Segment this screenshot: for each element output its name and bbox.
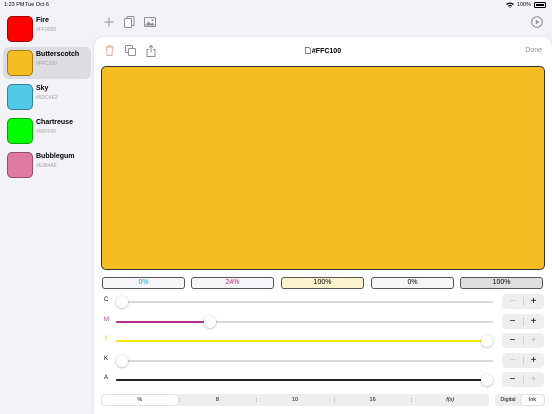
slider-fill [116,379,493,381]
status-right: 100% [505,1,546,8]
mode-segment-digital[interactable]: Digital [495,394,521,406]
slider-track[interactable] [116,301,493,303]
wifi-icon [505,2,514,8]
battery-percent: 100% [516,1,531,8]
value-field-m[interactable]: 24% [191,277,274,289]
slider-track[interactable] [116,359,493,362]
slider-thumb[interactable] [204,315,216,328]
sidebar-item-name: Chartreuse [36,119,73,126]
slider-track[interactable] [116,340,493,342]
done-button[interactable]: Done [525,47,542,54]
status-bar: 1:23 PM Tue Oct 6 100% [0,0,552,10]
slider-label: C [104,297,109,303]
sidebar-item-hex: #E384A6 [36,163,57,169]
color-detail-card: #FFC100 Done 0% 24% 100% 0% 100% C − + M − + Y − + K −… [94,37,552,414]
format-segment[interactable]: % [102,395,178,405]
sidebar-item-bubblegum[interactable]: Bubblegum #E384A6 [3,149,91,181]
value-field-c[interactable]: 0% [102,277,185,289]
mode-segment-ink[interactable]: Ink [521,395,544,405]
sidebar-item-hex: #FFC100 [36,61,57,67]
top-toolbar [94,10,552,36]
slider-thumb[interactable] [116,296,128,308]
color-swatch [7,84,33,110]
document-icon [305,47,311,56]
slider-label: K [104,355,109,362]
sidebar-item-name: Bubblegum [36,153,75,160]
minus-icon[interactable]: − [502,314,523,329]
slider-label: M [104,316,109,323]
plus-icon[interactable]: + [523,333,544,348]
sidebar-item-hex: #FF0000 [36,27,57,33]
color-list-sidebar: Fire #FF0000 Butterscotch #FFC100 Sky #6DC4E2… [0,10,94,414]
copy-icon[interactable] [122,16,136,30]
color-swatch [7,118,33,144]
slider-thumb[interactable] [116,354,128,367]
mode-segmented-control: Digital Ink [495,394,545,406]
format-segment[interactable]: 10 [256,394,334,406]
slider-row-a: A − + [94,371,552,390]
sidebar-item-fire[interactable]: Fire #FF0000 [3,13,91,45]
slider-fill [116,320,206,323]
minus-icon[interactable]: − [502,294,523,309]
format-segmented-control: % 8 10 16 f(x) [101,394,489,406]
sidebar-item-chartreuse[interactable]: Chartreuse #00FF00 [3,115,91,147]
stepper: − + [502,333,544,348]
sidebar-item-name: Butterscotch [36,51,80,58]
minus-icon[interactable]: − [502,353,523,368]
minus-icon[interactable]: − [502,333,523,348]
sidebar-item-name: Sky [36,85,49,92]
slider-row-m: M − + [94,313,552,332]
sidebar-item-butterscotch[interactable]: Butterscotch #FFC100 [3,47,91,79]
value-field-k[interactable]: 0% [371,277,454,289]
slider-track[interactable] [116,379,493,381]
image-icon[interactable] [143,16,157,30]
sidebar-item-sky[interactable]: Sky #6DC4E2 [3,81,91,113]
sidebar-item-hex: #6DC4E2 [36,95,58,101]
battery-icon [534,1,546,8]
slider-row-y: Y − + [94,332,552,351]
slider-row-c: C − + [94,293,552,312]
plus-icon[interactable] [102,16,116,30]
sidebar-item-name: Fire [36,17,49,24]
slider-thumb[interactable] [481,335,493,347]
color-swatch [7,50,33,76]
status-time: 1:23 PM [4,2,25,8]
color-title: #FFC100 [94,47,552,56]
sidebar-item-hex: #00FF00 [36,129,57,135]
value-field-y[interactable]: 100% [281,277,364,289]
color-preview [101,66,545,270]
slider-row-k: K − + [94,352,552,371]
color-title-text: #FFC100 [311,48,342,55]
play-circle-icon[interactable] [530,16,544,30]
format-segment[interactable]: 8 [179,394,257,406]
stepper: − + [502,313,544,329]
color-swatch [7,16,33,42]
slider-track[interactable] [116,320,493,323]
stepper: − + [502,352,544,368]
stepper: − + [502,294,544,309]
stepper: − + [502,372,544,387]
plus-icon[interactable]: + [523,314,544,329]
status-date: Tue Oct 6 [25,2,49,8]
color-swatch [7,152,33,178]
format-segment[interactable]: 16 [334,394,412,406]
slider-fill [116,340,493,342]
slider-thumb[interactable] [481,374,493,386]
slider-label: A [104,375,109,381]
slider-label: Y [104,336,109,342]
plus-icon[interactable]: + [523,372,544,387]
minus-icon[interactable]: − [502,372,523,387]
plus-icon[interactable]: + [523,294,544,309]
value-field-a[interactable]: 100% [460,277,543,289]
format-segment[interactable]: f(x) [411,394,489,406]
plus-icon[interactable]: + [523,353,544,368]
